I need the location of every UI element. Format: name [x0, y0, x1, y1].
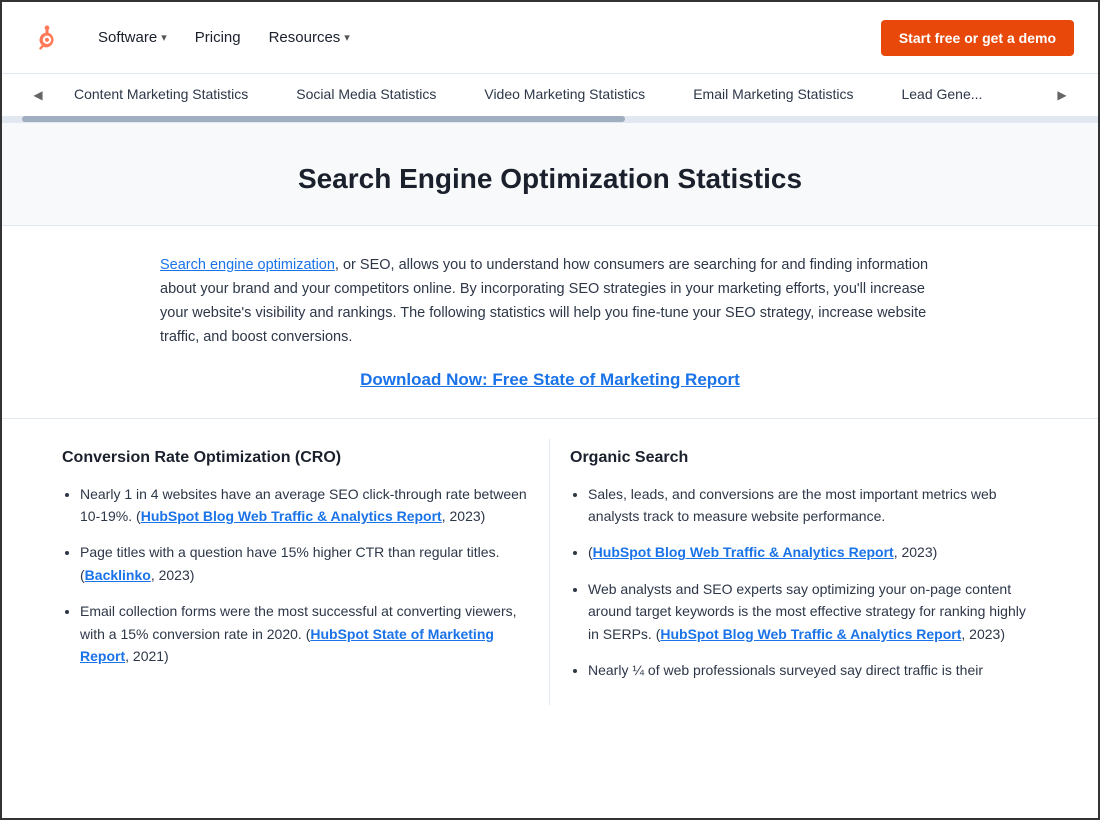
secondary-nav: ◀ Content Marketing Statistics Social Me… — [2, 74, 1098, 123]
page-title: Search Engine Optimization Statistics — [62, 163, 1038, 195]
secondary-nav-content-marketing[interactable]: Content Marketing Statistics — [50, 74, 272, 116]
cro-link-2[interactable]: Backlinko — [85, 567, 151, 583]
seo-link[interactable]: Search engine optimization — [160, 257, 335, 273]
hero-section: Search Engine Optimization Statistics — [2, 123, 1098, 226]
organic-link-2[interactable]: HubSpot Blog Web Traffic & Analytics Rep… — [660, 626, 961, 642]
nav-software[interactable]: Software ▾ — [86, 21, 179, 54]
intro-section: Search engine optimization, or SEO, allo… — [100, 226, 1000, 418]
organic-item-3: Web analysts and SEO experts say optimiz… — [588, 578, 1038, 645]
intro-paragraph: Search engine optimization, or SEO, allo… — [160, 254, 940, 350]
organic-item-4: Nearly ¼ of web professionals surveyed s… — [588, 659, 1038, 681]
scroll-track — [2, 116, 1098, 122]
cro-title: Conversion Rate Optimization (CRO) — [62, 449, 529, 467]
nav-software-label: Software — [98, 29, 157, 46]
cro-item-3: Email collection forms were the most suc… — [80, 600, 529, 667]
cro-column: Conversion Rate Optimization (CRO) Nearl… — [42, 439, 550, 706]
nav-items: Software ▾ Pricing Resources ▾ — [86, 21, 881, 54]
secondary-nav-items: Content Marketing Statistics Social Medi… — [50, 74, 1050, 116]
software-chevron-icon: ▾ — [161, 31, 167, 44]
secondary-nav-lead-gen[interactable]: Lead Gene... — [877, 74, 1006, 116]
download-link[interactable]: Download Now: Free State of Marketing Re… — [160, 370, 940, 390]
cro-list: Nearly 1 in 4 websites have an average S… — [62, 483, 529, 668]
secondary-nav-video-marketing[interactable]: Video Marketing Statistics — [460, 74, 669, 116]
scroll-thumb[interactable] — [22, 116, 625, 122]
scroll-right-arrow[interactable]: ▶ — [1050, 75, 1074, 115]
stats-grid: Conversion Rate Optimization (CRO) Nearl… — [2, 418, 1098, 726]
scroll-left-arrow[interactable]: ◀ — [26, 75, 50, 115]
cro-item-1: Nearly 1 in 4 websites have an average S… — [80, 483, 529, 528]
main-content: Search Engine Optimization Statistics Se… — [2, 123, 1098, 818]
organic-item-2: (HubSpot Blog Web Traffic & Analytics Re… — [588, 541, 1038, 563]
nav-resources-label: Resources — [269, 29, 341, 46]
navbar: Software ▾ Pricing Resources ▾ Start fre… — [2, 2, 1098, 74]
organic-list: Sales, leads, and conversions are the mo… — [570, 483, 1038, 682]
cro-item-2: Page titles with a question have 15% hig… — [80, 541, 529, 586]
organic-title: Organic Search — [570, 449, 1038, 467]
cta-button[interactable]: Start free or get a demo — [881, 20, 1074, 56]
nav-pricing[interactable]: Pricing — [183, 21, 253, 54]
resources-chevron-icon: ▾ — [344, 31, 350, 44]
secondary-nav-social-media[interactable]: Social Media Statistics — [272, 74, 460, 116]
secondary-nav-email-marketing[interactable]: Email Marketing Statistics — [669, 74, 877, 116]
nav-resources[interactable]: Resources ▾ — [257, 21, 362, 54]
cro-link-1[interactable]: HubSpot Blog Web Traffic & Analytics Rep… — [141, 508, 442, 524]
hubspot-logo[interactable] — [26, 20, 62, 56]
nav-pricing-label: Pricing — [195, 29, 241, 46]
organic-link-1[interactable]: HubSpot Blog Web Traffic & Analytics Rep… — [593, 544, 894, 560]
organic-item-1: Sales, leads, and conversions are the mo… — [588, 483, 1038, 528]
organic-search-column: Organic Search Sales, leads, and convers… — [550, 439, 1058, 706]
